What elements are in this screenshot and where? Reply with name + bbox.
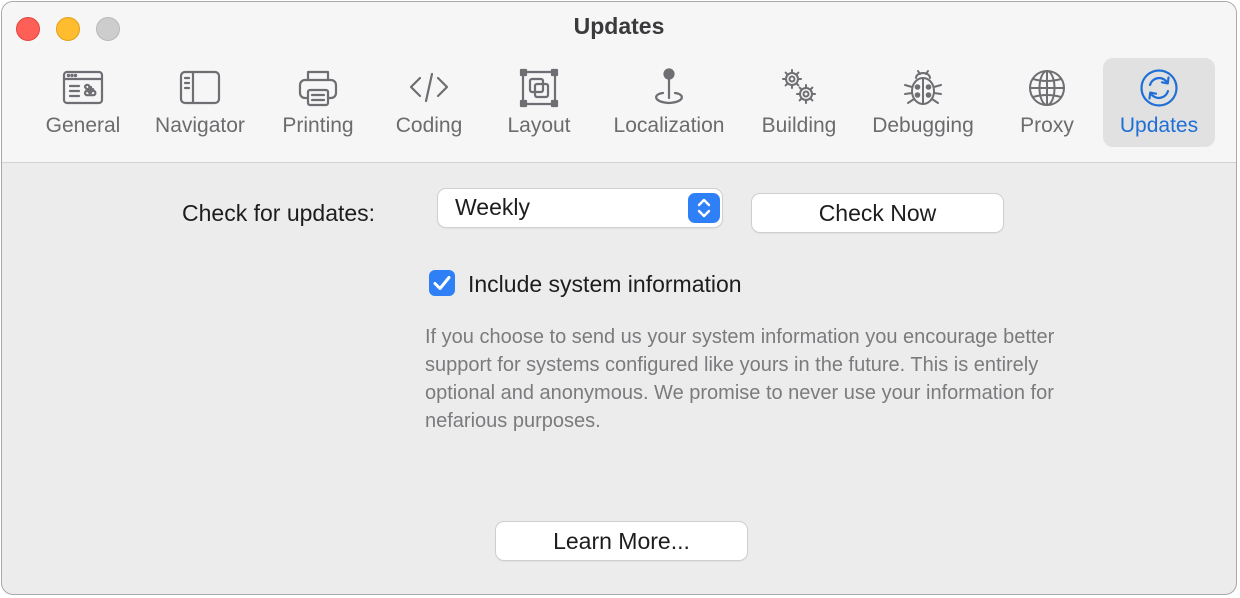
toolbar-item-label: Printing: [282, 114, 354, 137]
printer-icon: [296, 66, 340, 110]
system-info-help-text: If you choose to send us your system inf…: [425, 326, 1055, 432]
toolbar-item-label: Localization: [613, 114, 725, 137]
toolbar-item-label: General: [45, 114, 121, 137]
toolbar-item-label: Proxy: [1020, 114, 1074, 137]
preferences-window: Updates General Navigator Printing Codin…: [1, 1, 1237, 595]
learn-more-button[interactable]: Learn More...: [496, 522, 747, 560]
toolbar-item-building[interactable]: Building: [752, 58, 846, 147]
toolbar-item-localization[interactable]: Localization: [602, 58, 736, 147]
general-icon: [61, 66, 105, 110]
toolbar-item-label: Building: [761, 114, 837, 137]
toolbar-item-debugging[interactable]: Debugging: [862, 58, 984, 147]
toolbar-item-label: Debugging: [872, 114, 974, 137]
check-for-updates-label: Check for updates:: [182, 200, 376, 226]
toolbar-item-layout[interactable]: Layout: [492, 58, 586, 147]
toolbar-item-updates[interactable]: Updates: [1103, 58, 1215, 147]
gears-icon: [777, 66, 821, 110]
toolbar-item-label: Navigator: [155, 114, 245, 137]
refresh-icon: [1137, 66, 1181, 110]
toolbar-item-printing[interactable]: Printing: [270, 58, 366, 147]
toolbar-item-navigator[interactable]: Navigator: [146, 58, 254, 147]
include-system-info-checkbox[interactable]: [429, 270, 455, 296]
toolbar-item-label: Coding: [395, 114, 463, 137]
update-frequency-value: Weekly: [455, 194, 530, 220]
checkmark-icon: [433, 276, 451, 290]
globe-icon: [1025, 66, 1069, 110]
include-system-info-label[interactable]: Include system information: [468, 271, 742, 298]
window-title: Updates: [573, 13, 665, 39]
location-pin-icon: [647, 66, 691, 110]
toolbar: Updates General Navigator Printing Codin…: [2, 2, 1236, 163]
chevron-up-down-icon: [688, 193, 720, 223]
ladybug-icon: [901, 66, 945, 110]
update-frequency-popup[interactable]: Weekly: [438, 189, 722, 227]
sidebar-icon: [178, 66, 222, 110]
layout-icon: [517, 66, 561, 110]
toolbar-item-coding[interactable]: Coding: [382, 58, 476, 147]
toolbar-item-label: Updates: [1119, 114, 1199, 137]
toolbar-item-label: Layout: [507, 114, 571, 137]
toolbar-item-proxy[interactable]: Proxy: [1000, 58, 1094, 147]
toolbar-item-general[interactable]: General: [36, 58, 130, 147]
code-brackets-icon: [407, 66, 451, 110]
check-now-button[interactable]: Check Now: [752, 194, 1003, 232]
